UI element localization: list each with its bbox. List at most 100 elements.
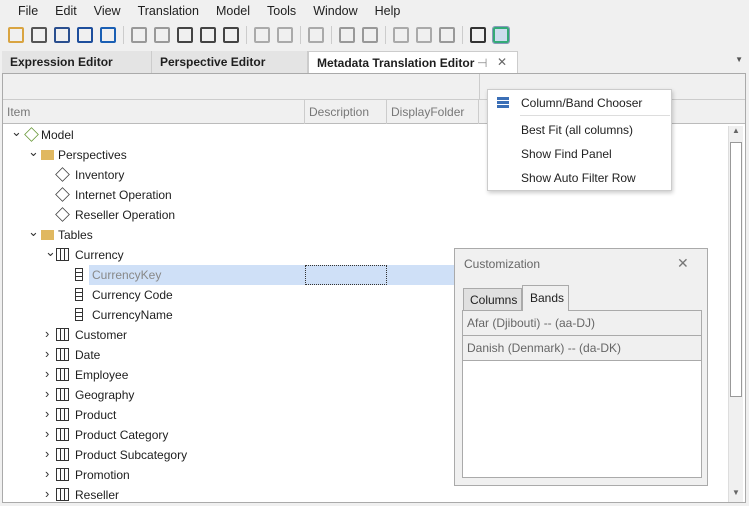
tree-row[interactable]: Reseller Operation bbox=[3, 205, 723, 225]
tab-expression-editor[interactable]: Expression Editor bbox=[2, 51, 152, 73]
save-icon[interactable] bbox=[77, 27, 93, 43]
table-icon bbox=[56, 368, 69, 381]
menu-file[interactable]: File bbox=[18, 4, 38, 18]
cube-icon bbox=[55, 167, 70, 182]
align-icon[interactable] bbox=[308, 27, 324, 43]
expand-icon[interactable]: › bbox=[45, 486, 49, 501]
expand-icon[interactable]: › bbox=[45, 366, 49, 381]
layout-icon[interactable] bbox=[439, 27, 455, 43]
menu-tools[interactable]: Tools bbox=[267, 4, 296, 18]
tab-list-dropdown-icon[interactable]: ▼ bbox=[735, 55, 743, 64]
deploy-icon[interactable] bbox=[31, 27, 47, 43]
folder-icon bbox=[41, 230, 54, 240]
doc-icon[interactable] bbox=[131, 27, 147, 43]
pin-icon[interactable]: ⊣ bbox=[477, 56, 487, 70]
menu-item-show-find-panel[interactable]: Show Find Panel bbox=[521, 147, 612, 161]
tree-item-label: CurrencyKey bbox=[92, 268, 162, 282]
menu-window[interactable]: Window bbox=[313, 4, 357, 18]
collapse-icon[interactable]: ⌄ bbox=[11, 124, 22, 140]
expand-icon[interactable]: › bbox=[45, 386, 49, 401]
band-item[interactable]: Afar (Djibouti) -- (aa-DJ) bbox=[463, 311, 701, 336]
toolbar-separator bbox=[462, 26, 463, 44]
tree-item-label: Product Category bbox=[75, 428, 169, 442]
scroll-thumb[interactable] bbox=[730, 142, 742, 397]
expand-icon[interactable]: › bbox=[45, 466, 49, 481]
date-icon bbox=[56, 348, 69, 361]
collapse-icon[interactable]: ⌄ bbox=[28, 144, 39, 160]
tree-item-label: Reseller bbox=[75, 488, 120, 502]
outdent-icon[interactable] bbox=[277, 27, 293, 43]
tab-bands[interactable]: Bands bbox=[522, 285, 569, 311]
tree-item-label: Product bbox=[75, 408, 117, 422]
center-icon[interactable] bbox=[339, 27, 355, 43]
column-header-displayfolder[interactable]: DisplayFolder bbox=[387, 100, 479, 124]
close-icon[interactable]: ✕ bbox=[677, 255, 689, 272]
comment-icon[interactable] bbox=[416, 27, 432, 43]
expand-icon[interactable]: › bbox=[45, 426, 49, 441]
expand-icon[interactable]: › bbox=[45, 406, 49, 421]
collapse-icon[interactable]: ⌄ bbox=[28, 224, 39, 240]
box-icon[interactable] bbox=[393, 27, 409, 43]
table-icon bbox=[56, 448, 69, 461]
form-icon[interactable] bbox=[154, 27, 170, 43]
vertical-scrollbar[interactable]: ▲ ▼ bbox=[728, 126, 743, 502]
refresh-icon[interactable] bbox=[100, 27, 116, 43]
tree-item-label: Internet Operation bbox=[75, 188, 172, 202]
scroll-up-icon[interactable]: ▲ bbox=[729, 126, 743, 140]
column-icon bbox=[75, 308, 83, 321]
toolbar-separator bbox=[385, 26, 386, 44]
expand-icon[interactable]: › bbox=[45, 346, 49, 361]
description-cell-focused[interactable] bbox=[305, 265, 387, 285]
column-icon bbox=[75, 268, 83, 281]
menu-edit[interactable]: Edit bbox=[55, 4, 77, 18]
expand-icon[interactable]: › bbox=[45, 446, 49, 461]
tree-item-label: CurrencyName bbox=[92, 308, 173, 322]
hierarchy-icon[interactable] bbox=[200, 27, 216, 43]
edit-pane-icon[interactable] bbox=[492, 26, 510, 44]
menu-item-show-auto-filter-row[interactable]: Show Auto Filter Row bbox=[521, 171, 636, 185]
tab-label: Metadata Translation Editor bbox=[317, 56, 475, 70]
translate-icon[interactable] bbox=[470, 27, 486, 43]
indent-icon[interactable] bbox=[254, 27, 270, 43]
tree-row[interactable]: › Reseller bbox=[3, 485, 723, 505]
toolbar-separator bbox=[123, 26, 124, 44]
tree-item-label: Inventory bbox=[75, 168, 125, 182]
close-icon[interactable]: ✕ bbox=[497, 55, 507, 69]
menu-separator bbox=[520, 115, 670, 116]
copy-icon[interactable] bbox=[54, 27, 70, 43]
table-icon bbox=[56, 248, 69, 261]
tab-columns[interactable]: Columns bbox=[463, 288, 522, 311]
table-icon bbox=[56, 468, 69, 481]
menu-item-best-fit[interactable]: Best Fit (all columns) bbox=[521, 123, 633, 137]
band-item[interactable]: Danish (Denmark) -- (da-DK) bbox=[463, 336, 701, 361]
scroll-down-icon[interactable]: ▼ bbox=[729, 488, 743, 502]
table-icon bbox=[56, 328, 69, 341]
column-icon bbox=[75, 288, 83, 301]
expand-icon[interactable]: › bbox=[45, 326, 49, 341]
menu-model[interactable]: Model bbox=[216, 4, 250, 18]
script-icon[interactable] bbox=[177, 27, 193, 43]
page-icon[interactable] bbox=[223, 27, 239, 43]
tree-item-label: Currency bbox=[75, 248, 124, 262]
tree-item-label: Employee bbox=[75, 368, 129, 382]
menu-bar: File Edit View Translation Model Tools Window H… bbox=[0, 0, 749, 22]
tree-row[interactable]: ⌄ Tables bbox=[3, 224, 723, 245]
tab-perspective-editor[interactable]: Perspective Editor bbox=[152, 51, 308, 73]
menu-help[interactable]: Help bbox=[375, 4, 401, 18]
menu-item-column-band-chooser[interactable]: Column/Band Chooser bbox=[521, 96, 642, 110]
tab-metadata-translation-editor[interactable]: Metadata Translation Editor ⊣ ✕ bbox=[308, 51, 518, 73]
document-tabs: Expression Editor Perspective Editor Met… bbox=[0, 51, 749, 73]
tree-item-label: Geography bbox=[75, 388, 135, 402]
collapse-icon[interactable]: ⌄ bbox=[45, 244, 56, 260]
tree-item-label: Model bbox=[41, 128, 74, 142]
menu-view[interactable]: View bbox=[94, 4, 121, 18]
tree-item-label: Promotion bbox=[75, 468, 130, 482]
open-icon[interactable] bbox=[8, 27, 24, 43]
model-icon bbox=[24, 127, 39, 142]
tree-item-label: Date bbox=[75, 348, 101, 362]
move-icon[interactable] bbox=[362, 27, 378, 43]
column-header-description[interactable]: Description bbox=[305, 100, 387, 124]
column-header-item[interactable]: Item bbox=[3, 100, 305, 124]
menu-translation[interactable]: Translation bbox=[138, 4, 199, 18]
toolbar-separator bbox=[246, 26, 247, 44]
